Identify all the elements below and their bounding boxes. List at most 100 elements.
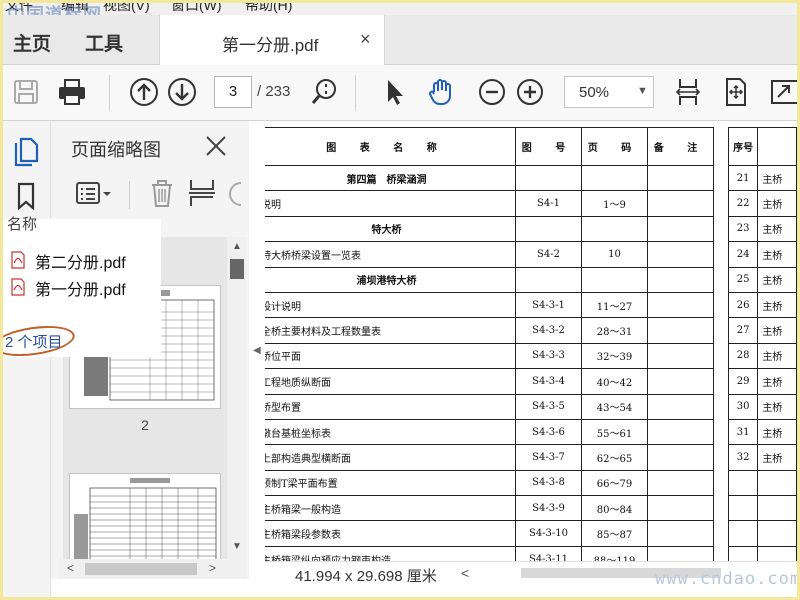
column-header: [757, 127, 797, 166]
table-cell: 32: [727, 444, 759, 471]
table-cell: S4-3-9: [515, 495, 582, 522]
column-header: 图 号: [515, 127, 582, 166]
tab-document[interactable]: 第一分册.pdf ×: [159, 15, 385, 65]
table-cell: S4-1: [515, 190, 582, 217]
table-cell: S4-3-5: [515, 393, 582, 420]
fit-width-icon[interactable]: [671, 75, 705, 109]
table-cell: [581, 164, 648, 192]
table-cell: [647, 241, 714, 268]
menu-window[interactable]: 窗口(W): [171, 3, 222, 15]
full-screen-icon[interactable]: [767, 75, 797, 109]
table-cell: 62～65: [581, 444, 648, 471]
table-cell: 说明: [265, 190, 516, 217]
table-cell: S4-3-11: [515, 545, 582, 561]
table-cell: 桥位平面: [265, 342, 516, 370]
chevron-left-icon[interactable]: <: [67, 561, 74, 575]
table-cell: S4-3-3: [515, 342, 582, 370]
table-row: 21 主桥: [727, 164, 797, 192]
table-row: 主桥箱梁段参数表 S4-3-10 85～87: [265, 520, 714, 547]
bookmark-icon[interactable]: [9, 179, 43, 213]
scrollbar-thumb[interactable]: [85, 563, 197, 575]
menu-view[interactable]: 视图(V): [103, 3, 150, 15]
page-thumbnails-icon[interactable]: [9, 133, 43, 167]
table-cell: [757, 495, 797, 522]
table-cell: 主桥: [757, 164, 797, 192]
table-row: [727, 469, 797, 497]
zoom-marquee-icon[interactable]: [307, 75, 341, 109]
table-row: [727, 545, 797, 561]
table-cell: [647, 444, 714, 471]
chevron-left-icon[interactable]: <: [461, 565, 469, 581]
table-row: 第四篇 桥梁涵洞: [265, 164, 714, 192]
table-cell: [757, 520, 797, 547]
print-icon[interactable]: [55, 75, 89, 109]
hand-tool-icon[interactable]: [425, 75, 459, 109]
close-icon[interactable]: [201, 131, 231, 161]
table-cell: 43～54: [581, 393, 648, 420]
previous-page-icon[interactable]: [127, 75, 161, 109]
table-cell: [647, 190, 714, 217]
save-icon[interactable]: [9, 75, 43, 109]
table-cell: 11～27: [581, 291, 648, 319]
tab-home[interactable]: 主页: [13, 29, 51, 56]
chevron-up-icon[interactable]: ▲: [232, 241, 242, 252]
zoom-select[interactable]: 50% ▼: [564, 76, 654, 108]
table-cell: [581, 215, 648, 243]
table-cell: 85～87: [581, 520, 648, 547]
table-row: 23 主桥: [727, 215, 797, 243]
chevron-down-icon[interactable]: ▼: [232, 541, 242, 552]
table-cell: 主桥: [757, 317, 797, 344]
options-menu-icon[interactable]: [75, 179, 115, 209]
table-cell: 21: [727, 164, 759, 192]
table-cell: S4-3-2: [515, 317, 582, 344]
table-cell: 24: [727, 241, 759, 268]
zoom-out-icon[interactable]: [475, 75, 509, 109]
table-row: 主桥箱梁纵向预应力钢束构造S4-3-1188～119: [265, 545, 714, 561]
page-thumbnail[interactable]: [69, 473, 221, 559]
tab-close-button[interactable]: ×: [360, 29, 371, 50]
extract-pages-icon[interactable]: [187, 177, 217, 209]
rotate-icon[interactable]: [227, 179, 249, 209]
table-row: 24 主桥: [727, 241, 797, 268]
table-row: 全桥主要材料及工程数量表 S4-3-2 28～31: [265, 317, 714, 344]
fit-page-icon[interactable]: [719, 75, 753, 109]
zoom-in-icon[interactable]: [513, 75, 547, 109]
tab-document-label: 第一分册.pdf: [222, 36, 319, 55]
table-cell: [727, 520, 759, 547]
tab-tools[interactable]: 工具: [85, 29, 123, 56]
table-row: 墩台基桩坐标表 S4-3-6 55～61: [265, 418, 714, 446]
delete-icon[interactable]: [147, 177, 177, 209]
table-cell: S4-3-4: [515, 368, 582, 395]
chevron-right-icon[interactable]: >: [209, 561, 216, 575]
toolbar-separator: [355, 75, 356, 111]
table-row: 上部构造典型横断面 S4-3-7 62～65: [265, 444, 714, 471]
page-number-input[interactable]: 3: [214, 76, 252, 108]
table-cell: [581, 266, 648, 293]
table-cell: 浦坝港特大桥: [265, 266, 516, 293]
thumbnail-horizontal-scrollbar[interactable]: < >: [59, 559, 247, 579]
table-cell: [647, 545, 714, 561]
next-page-icon[interactable]: [165, 75, 199, 109]
collapse-panel-icon[interactable]: ◀: [253, 345, 261, 356]
toolbar-separator: [109, 75, 110, 111]
menu-help[interactable]: 帮助(H): [245, 3, 292, 15]
table-row: 30 主桥: [727, 393, 797, 420]
table-cell: [647, 469, 714, 497]
table-cell: 80～84: [581, 495, 648, 522]
table-cell: [727, 495, 759, 522]
table-cell: 40～42: [581, 368, 648, 395]
table-cell: 32～39: [581, 342, 648, 370]
thumbnail-vertical-scrollbar[interactable]: ▲ ▼: [227, 237, 247, 559]
select-cursor-icon[interactable]: [377, 75, 411, 109]
table-cell: 预制T梁平面布置: [265, 469, 516, 497]
scrollbar-thumb[interactable]: [230, 259, 244, 279]
table-row: 浦坝港特大桥: [265, 266, 714, 293]
table-cell: [647, 393, 714, 420]
table-cell: 26: [727, 291, 759, 319]
table-row: 22 主桥: [727, 190, 797, 217]
table-cell: 主桥: [757, 368, 797, 395]
table-row: 32 主桥: [727, 444, 797, 471]
table-cell: [647, 266, 714, 293]
table-row: 桥位平面 S4-3-3 32～39: [265, 342, 714, 370]
document-view[interactable]: 图 表 名 称 图 号 页 码 备 注 第四篇 桥梁涵洞说明S4-11～9特大桥…: [265, 121, 797, 561]
